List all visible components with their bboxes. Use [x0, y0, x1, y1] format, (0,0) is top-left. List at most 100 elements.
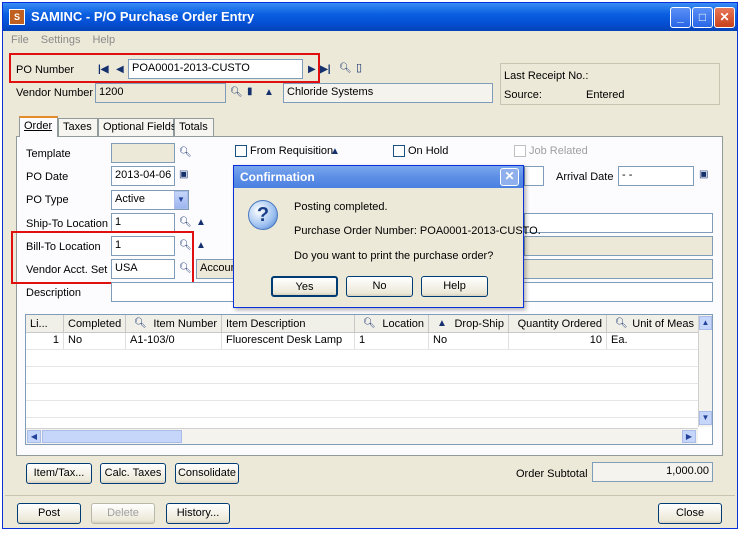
horizontal-scroll-thumb[interactable] — [42, 430, 182, 443]
item-tax-button[interactable]: Item/Tax... — [26, 463, 92, 484]
col-drop-ship-header[interactable]: ▲ Drop-Ship — [429, 315, 509, 333]
vendor-finder-icon[interactable]: 🔍︎ — [230, 87, 243, 99]
yes-button[interactable]: Yes — [271, 276, 338, 297]
po-type-label: PO Type — [26, 194, 69, 206]
from-requisition-label: From Requisition — [250, 145, 334, 157]
confirmation-dialog: Confirmation ✕ ? Posting completed. Purc… — [233, 165, 541, 308]
no-button[interactable]: No — [346, 276, 413, 297]
on-hold-checkbox[interactable] — [393, 145, 405, 157]
vendor-document-icon[interactable]: ▮ — [247, 86, 253, 98]
ship-to-label: Ship-To Location — [26, 218, 108, 230]
tab-totals-label: Totals — [179, 121, 208, 133]
requisition-zoom-icon[interactable]: ▲ — [330, 146, 340, 158]
maximize-icon[interactable]: □ — [692, 7, 713, 28]
horizontal-scrollbar[interactable]: ◀ ▶ — [26, 428, 698, 444]
col-uom-label: Unit of Meas — [632, 318, 694, 330]
finder-icon[interactable]: 🔍︎ — [339, 63, 352, 75]
scroll-down-icon[interactable]: ▼ — [699, 411, 712, 425]
drop-ship-zoom-icon[interactable]: ▲ — [437, 318, 447, 330]
window-title: SAMINC - P/O Purchase Order Entry — [31, 9, 255, 24]
tab-optional-fields-label: Optional Fields — [103, 121, 177, 133]
dialog-title-bar[interactable]: Confirmation ✕ — [234, 166, 523, 188]
question-icon: ? — [248, 200, 278, 230]
po-date-calendar-icon[interactable]: ▣ — [179, 169, 188, 181]
menu-bar: File Settings Help — [3, 31, 737, 49]
col-location-header[interactable]: 🔍︎ Location — [355, 315, 429, 333]
cell-item-number: A1-103/0 — [126, 333, 222, 349]
ship-to-finder-icon[interactable]: 🔍︎ — [179, 217, 192, 229]
dialog-message-line2: Purchase Order Number: POA0001-2013-CUST… — [294, 225, 541, 237]
dialog-close-icon[interactable]: ✕ — [500, 168, 519, 186]
cell-drop-ship: No — [429, 333, 509, 349]
calc-taxes-button[interactable]: Calc. Taxes — [100, 463, 166, 484]
job-related-checkbox[interactable] — [514, 145, 526, 157]
title-bar[interactable]: S SAMINC - P/O Purchase Order Entry _ □ … — [3, 3, 737, 31]
col-item-number-header[interactable]: 🔍︎ Item Number — [126, 315, 222, 333]
vendor-zoom-icon[interactable]: ▲ — [264, 87, 274, 99]
ship-to-desc-field — [524, 213, 713, 233]
cell-uom: Ea. — [607, 333, 699, 349]
help-button[interactable]: Help — [421, 276, 488, 297]
new-document-icon[interactable]: ▯ — [356, 62, 362, 74]
close-button[interactable]: Close — [658, 503, 722, 524]
scroll-left-icon[interactable]: ◀ — [27, 430, 41, 443]
row-divider — [26, 366, 698, 367]
col-qty-ordered-header[interactable]: Quantity Ordered — [509, 315, 607, 333]
tab-totals[interactable]: Totals — [174, 118, 214, 136]
ship-to-zoom-icon[interactable]: ▲ — [196, 217, 206, 229]
tab-taxes[interactable]: Taxes — [58, 118, 98, 136]
post-button[interactable]: Post — [17, 503, 81, 524]
date-partial-field — [524, 166, 544, 186]
bill-to-zoom-icon[interactable]: ▲ — [196, 240, 206, 252]
ship-to-field[interactable]: 1 — [111, 213, 175, 233]
detail-grid[interactable]: Li... Completed 🔍︎ Item Number Item Descr… — [25, 314, 713, 445]
po-type-dropdown-icon[interactable]: ▼ — [174, 191, 188, 209]
arrival-date-calendar-icon[interactable]: ▣ — [699, 169, 708, 181]
menu-file[interactable]: File — [3, 31, 33, 46]
row-divider — [26, 349, 698, 350]
from-requisition-checkbox[interactable] — [235, 145, 247, 157]
source-label: Source: — [504, 89, 542, 101]
delete-button[interactable]: Delete — [91, 503, 155, 524]
template-field[interactable] — [111, 143, 175, 163]
vendor-number-field[interactable]: 1200 — [95, 83, 226, 103]
arrival-date-field[interactable]: - - — [618, 166, 694, 186]
minimize-icon[interactable]: _ — [670, 7, 691, 28]
vertical-scrollbar[interactable]: ▲ ▼ — [698, 315, 712, 427]
row-divider — [26, 383, 698, 384]
col-uom-header[interactable]: 🔍︎ Unit of Meas — [607, 315, 699, 333]
menu-settings[interactable]: Settings — [33, 31, 85, 46]
vendor-name-field: Chloride Systems — [283, 83, 493, 103]
col-item-description-header[interactable]: Item Description — [222, 315, 355, 333]
uom-finder-icon[interactable]: 🔍︎ — [615, 318, 628, 330]
row-divider — [26, 400, 698, 401]
tab-order[interactable]: Order — [19, 116, 58, 137]
consolidate-button[interactable]: Consolidate — [175, 463, 239, 484]
app-icon: S — [9, 9, 25, 25]
arrival-date-label: Arrival Date — [556, 171, 614, 183]
scroll-up-icon[interactable]: ▲ — [699, 316, 712, 330]
tab-optional-fields[interactable]: Optional Fields — [98, 118, 177, 136]
cell-completed: No — [64, 333, 126, 349]
po-type-value: Active — [115, 193, 145, 205]
last-record-icon[interactable]: ▶| — [320, 64, 331, 76]
scroll-right-icon[interactable]: ▶ — [682, 430, 696, 443]
job-related-label: Job Related — [529, 145, 588, 157]
template-label: Template — [26, 148, 71, 160]
menu-help[interactable]: Help — [84, 31, 119, 46]
close-icon[interactable]: ✕ — [714, 7, 735, 28]
col-line-header[interactable]: Li... — [26, 315, 64, 333]
footer-divider — [5, 495, 735, 496]
dialog-title: Confirmation — [240, 170, 315, 184]
cell-line: 1 — [26, 333, 64, 349]
bill-to-desc-field — [524, 236, 713, 256]
history-button[interactable]: History... — [166, 503, 230, 524]
item-finder-icon[interactable]: 🔍︎ — [134, 318, 147, 330]
col-completed-header[interactable]: Completed — [64, 315, 126, 333]
template-finder-icon[interactable]: 🔍︎ — [179, 147, 192, 159]
order-subtotal-label: Order Subtotal — [516, 468, 588, 480]
cell-item-description: Fluorescent Desk Lamp — [222, 333, 355, 349]
po-date-field[interactable]: 2013-04-06 — [111, 166, 175, 186]
order-subtotal-field: 1,000.00 — [592, 462, 713, 482]
location-finder-icon[interactable]: 🔍︎ — [363, 318, 376, 330]
